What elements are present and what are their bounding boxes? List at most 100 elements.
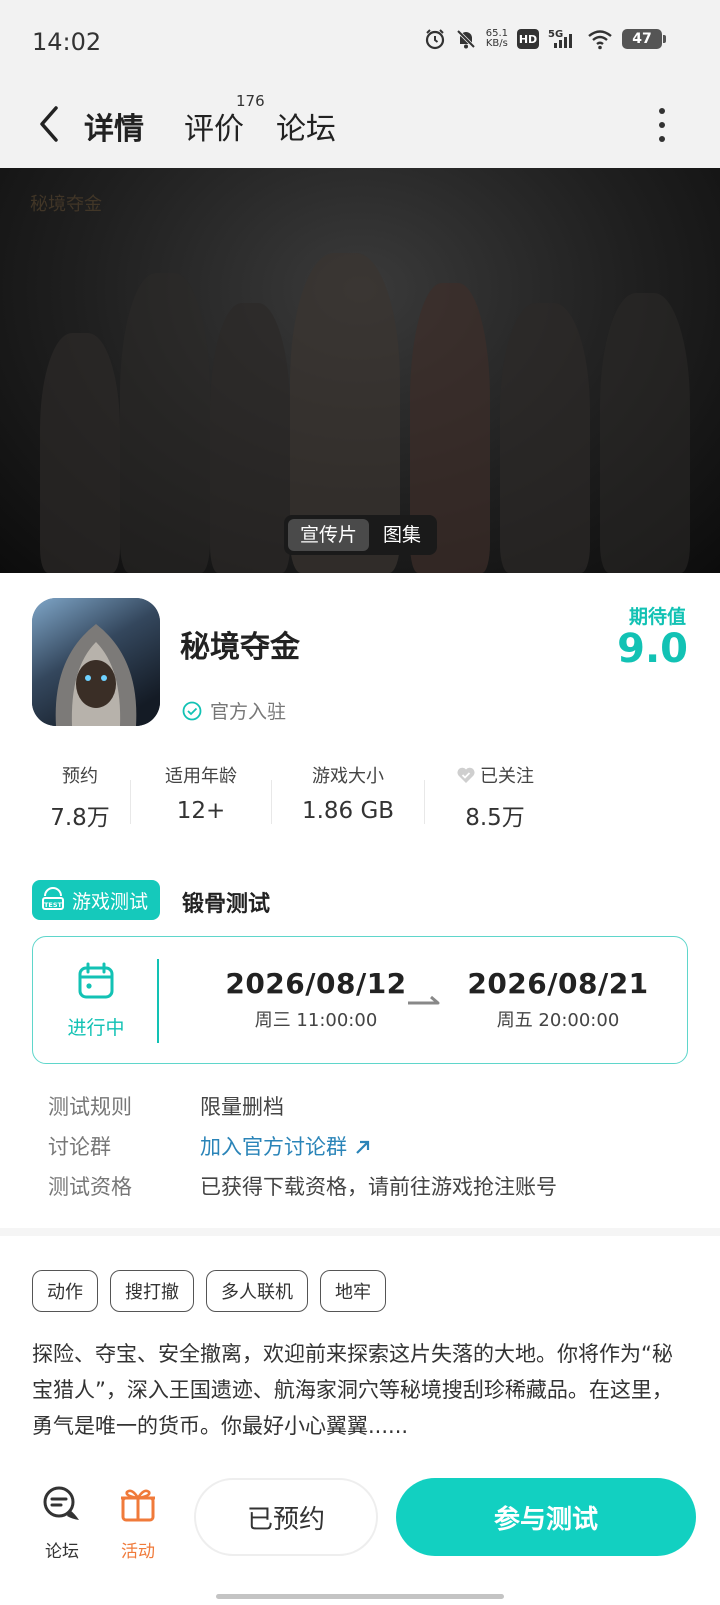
expect-score: 9.0 bbox=[617, 626, 688, 672]
test-schedule-card: 进行中 2026/08/12 周三 11:00:00 2026/08/21 周五… bbox=[32, 936, 688, 1064]
wifi-icon bbox=[587, 28, 613, 50]
test-icon: TEST bbox=[42, 887, 64, 910]
tag-chip[interactable]: 地牢 bbox=[320, 1270, 386, 1312]
rule-value: 已获得下载资格，请前往游戏抢注账号 bbox=[200, 1175, 557, 1199]
stat-followers[interactable]: 已关注 8.5万 bbox=[425, 762, 565, 832]
arrow-right-icon bbox=[407, 993, 441, 1012]
status-time: 14:02 bbox=[32, 28, 102, 56]
tab-detail[interactable]: 详情 bbox=[82, 104, 146, 148]
stat-label: 已关注 bbox=[425, 762, 565, 788]
tag-chip[interactable]: 动作 bbox=[32, 1270, 98, 1312]
banner-figure bbox=[500, 303, 590, 573]
back-arrow-icon bbox=[40, 106, 58, 142]
expect-label: 期待值 bbox=[628, 606, 686, 628]
activity-label: 活动 bbox=[121, 1542, 155, 1562]
stat-value: 8.5万 bbox=[465, 805, 525, 831]
media-switch: 宣传片 图集 bbox=[284, 515, 438, 555]
forum-button[interactable]: 论坛 bbox=[32, 1484, 92, 1562]
rule-key: 测试规则 bbox=[48, 1095, 132, 1119]
home-indicator[interactable] bbox=[216, 1594, 504, 1599]
tab-review[interactable]: 评价 176 bbox=[184, 92, 265, 148]
stats-row: 预约 7.8万 适用年龄 12+ 游戏大小 1.86 GB 已关注 8.5万 bbox=[30, 762, 565, 832]
stat-reservations: 预约 7.8万 bbox=[30, 762, 130, 832]
more-dot bbox=[659, 136, 665, 142]
more-dot bbox=[659, 108, 665, 114]
signal-icon: 5G bbox=[548, 28, 578, 50]
chat-bubble-icon bbox=[43, 1486, 79, 1520]
svg-text:TEST: TEST bbox=[44, 901, 63, 909]
game-test-tag: TEST 游戏测试 bbox=[32, 880, 161, 920]
join-test-button[interactable]: 参与测试 bbox=[396, 1478, 696, 1556]
verified-check-icon bbox=[182, 701, 202, 720]
hooded-hunter-icon bbox=[32, 598, 160, 726]
tab-detail-label: 详情 bbox=[84, 112, 144, 147]
banner-logo: 秘境夺金 bbox=[30, 194, 102, 215]
official-badge: 官方入驻 bbox=[182, 697, 286, 724]
bottom-action-bar: 论坛 活动 已预约 参与测试 bbox=[0, 1456, 720, 1605]
app-name: 秘境夺金 bbox=[180, 630, 300, 665]
end-time: 周五 20:00:00 bbox=[496, 1010, 620, 1031]
heart-check-icon bbox=[457, 767, 475, 783]
status-bar: 14:02 65.1 KB/s HD 5G 47 bbox=[0, 0, 720, 86]
app-icon bbox=[32, 598, 160, 726]
more-options-button[interactable] bbox=[656, 108, 668, 142]
network-label: 5G bbox=[548, 29, 563, 40]
follow-label: 已关注 bbox=[480, 766, 534, 787]
banner-figure bbox=[210, 303, 290, 573]
promo-video-banner[interactable]: 秘境夺金 宣传片 图集 bbox=[0, 168, 720, 573]
mute-icon bbox=[455, 28, 477, 50]
top-nav: 详情 评价 176 论坛 bbox=[0, 86, 720, 168]
rule-row-eligibility: 测试资格 已获得下载资格，请前往游戏抢注账号 bbox=[48, 1166, 557, 1206]
net-speed: 65.1 KB/s bbox=[485, 28, 508, 49]
banner-figure bbox=[40, 333, 120, 573]
banner-figure bbox=[120, 273, 210, 573]
hd-icon: HD bbox=[517, 29, 539, 49]
stat-label: 适用年龄 bbox=[165, 766, 237, 787]
status-icons: 65.1 KB/s HD 5G 47 bbox=[424, 28, 666, 50]
rule-key: 测试资格 bbox=[48, 1175, 132, 1199]
review-count: 176 bbox=[236, 92, 265, 110]
activity-button[interactable]: 活动 bbox=[108, 1484, 168, 1562]
tab-forum[interactable]: 论坛 bbox=[276, 104, 336, 148]
official-label: 官方入驻 bbox=[210, 701, 287, 723]
tag-chip[interactable]: 多人联机 bbox=[206, 1270, 308, 1312]
more-dot bbox=[659, 122, 665, 128]
gift-icon bbox=[121, 1489, 155, 1522]
reserved-button[interactable]: 已预约 bbox=[194, 1478, 378, 1556]
start-time: 周三 11:00:00 bbox=[254, 1010, 378, 1031]
media-tab-video[interactable]: 宣传片 bbox=[288, 519, 370, 551]
stat-age-rating: 适用年龄 12+ bbox=[131, 762, 271, 832]
back-button[interactable] bbox=[34, 102, 66, 146]
card-divider bbox=[157, 959, 159, 1043]
banner-figure bbox=[600, 293, 690, 573]
stat-value: 7.8万 bbox=[50, 805, 110, 831]
rule-row-group: 讨论群 加入官方讨论群 bbox=[48, 1126, 557, 1166]
test-status: 进行中 bbox=[51, 961, 141, 1040]
end-date: 2026/08/21 bbox=[467, 967, 649, 1000]
battery-icon: 47 bbox=[622, 29, 666, 49]
join-group-link[interactable]: 加入官方讨论群 bbox=[200, 1131, 372, 1161]
alarm-icon bbox=[424, 28, 446, 50]
media-tab-gallery[interactable]: 图集 bbox=[371, 519, 433, 551]
rule-key: 讨论群 bbox=[48, 1135, 111, 1159]
stat-game-size: 游戏大小 1.86 GB bbox=[272, 762, 424, 832]
test-end: 2026/08/21 周五 20:00:00 bbox=[453, 967, 663, 1032]
stat-label: 游戏大小 bbox=[312, 766, 384, 787]
calendar-icon bbox=[78, 962, 114, 999]
start-date: 2026/08/12 bbox=[225, 967, 407, 1000]
game-description[interactable]: 探险、夺宝、安全撤离，欢迎前来探索这片失落的大地。你将作为“秘宝猎人”，深入王国… bbox=[32, 1336, 692, 1444]
test-name: 锻骨测试 bbox=[182, 892, 271, 917]
test-status-label: 进行中 bbox=[67, 1017, 125, 1039]
tab-review-label: 评价 bbox=[184, 112, 244, 147]
forum-label: 论坛 bbox=[45, 1542, 79, 1562]
rule-row-rules: 测试规则 限量删档 bbox=[48, 1086, 557, 1126]
tag-list: 动作 搜打撤 多人联机 地牢 bbox=[32, 1270, 386, 1312]
tab-forum-label: 论坛 bbox=[276, 112, 336, 147]
stat-value: 1.86 GB bbox=[301, 798, 395, 824]
section-divider bbox=[0, 1228, 720, 1236]
stat-value: 12+ bbox=[176, 798, 226, 824]
test-start: 2026/08/12 周三 11:00:00 bbox=[211, 967, 421, 1032]
rule-value: 限量删档 bbox=[200, 1095, 284, 1119]
tag-chip[interactable]: 搜打撤 bbox=[110, 1270, 194, 1312]
test-tag-label: 游戏测试 bbox=[72, 890, 149, 913]
